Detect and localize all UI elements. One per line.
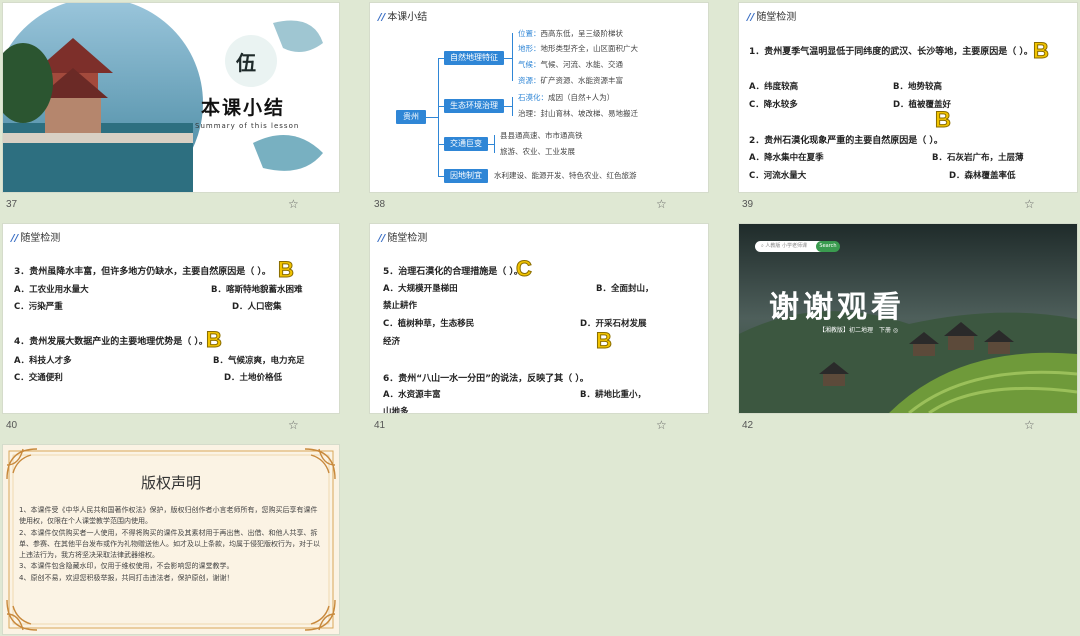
slide-40-header: //随堂检测	[11, 233, 61, 244]
slide-thumbnail-41[interactable]: //随堂检测 5．治理石漠化的合理措施是（ ）。 C A．大规模开垦梯田 B．全…	[370, 224, 708, 413]
question-3: 3．贵州虽降水丰富，但许多地方仍缺水，主要自然原因是（ ）。	[14, 267, 271, 277]
option: A．水资源丰富	[383, 390, 441, 400]
mindmap-item: 治理：封山育林、坡改梯、易地搬迁	[518, 109, 638, 118]
option: B．全面封山，	[596, 284, 654, 294]
slide-number-39: 39	[742, 199, 754, 210]
answer-mark: B	[1033, 38, 1050, 63]
option: 经济	[383, 337, 401, 347]
star-icon[interactable]: ☆	[656, 197, 667, 211]
slide-42-title: 谢谢观看	[769, 290, 905, 325]
mindmap-connector	[512, 97, 513, 116]
option: B．石灰岩广布，土层薄	[932, 153, 1024, 163]
slide-number-40: 40	[6, 420, 18, 431]
search-placeholder: 人教版 小学老师课	[765, 243, 807, 249]
slide-42-subtitle: 【湘教版】初二地理 下册 ◎	[819, 327, 899, 334]
mindmap-item: 资源：矿产资源、水能资源丰富	[518, 76, 623, 85]
search-icon: ⌕	[761, 243, 764, 249]
option: D．土地价格低	[224, 373, 283, 383]
copyright-paragraph: 3、本课件包含隐藏水印，仅用于维权使用，不会影响您的课堂教学。	[19, 562, 234, 571]
slide-thumbnail-38[interactable]: //本课小结 贵州 自然地理特征 位置：西高东低，呈三级阶梯状 地形：地形类型齐…	[370, 3, 708, 192]
slide-38-header: //本课小结	[378, 12, 428, 23]
slide-number-41: 41	[374, 420, 386, 431]
mindmap-item: 石漠化：成因（自然+人为）	[518, 93, 615, 102]
option: C．污染严重	[14, 302, 63, 312]
slide-number-37: 37	[6, 199, 18, 210]
slide-number-42: 42	[742, 420, 754, 431]
star-icon[interactable]: ☆	[1024, 197, 1035, 211]
question-5: 5．治理石漠化的合理措施是（ ）。	[383, 267, 523, 277]
mindmap-branch-natural: 自然地理特征	[444, 51, 504, 65]
mindmap-connector	[504, 58, 512, 59]
slide-41-header: //随堂检测	[378, 233, 428, 244]
mindmap-connector	[512, 33, 513, 81]
question-2: 2．贵州石漠化现象严重的主要自然原因是（ ）。	[749, 136, 943, 146]
option: B．地势较高	[893, 82, 942, 92]
option: B．耕地比重小，	[580, 390, 646, 400]
mindmap-connector	[504, 106, 512, 107]
slide-thumbnail-42[interactable]: ⌕ 人教版 小学老师课 Search 谢谢观看 【湘教版】初二地理 下册 ◎	[739, 224, 1077, 413]
mindmap-root: 贵州	[396, 110, 426, 124]
question-1: 1．贵州夏季气温明显低于同纬度的武汉、长沙等地，主要原因是（ ）。	[749, 47, 1033, 57]
answer-mark: B	[278, 257, 295, 282]
option: A．大规模开垦梯田	[383, 284, 458, 294]
mindmap-connector	[494, 135, 495, 153]
star-icon[interactable]: ☆	[656, 418, 667, 432]
option: C．交通便利	[14, 373, 63, 383]
option: 禁止耕作	[383, 301, 418, 311]
mindmap-item: 水利建设、能源开发、特色农业、红色旅游	[494, 171, 637, 180]
mindmap-item: 位置：西高东低，呈三级阶梯状	[518, 29, 623, 38]
option: D．开采石材发展	[580, 319, 647, 329]
search-button[interactable]: Search	[816, 241, 840, 252]
option: A．降水集中在夏季	[749, 153, 824, 163]
copyright-paragraph: 2、本课件仅供购买者一人使用，不得将购买的课件及其素材用于再出售、出借、和他人共…	[19, 528, 320, 560]
copyright-title: 版权声明	[140, 474, 201, 492]
option: A．纬度较高	[749, 82, 799, 92]
slide-39-header: //随堂检测	[747, 12, 797, 23]
option: C．植树种草，生态移民	[383, 319, 475, 329]
slide-thumbnail-39[interactable]: //随堂检测 1．贵州夏季气温明显低于同纬度的武汉、长沙等地，主要原因是（ ）。…	[739, 3, 1077, 192]
mindmap-connector	[426, 117, 438, 118]
slide-37-art	[3, 3, 339, 192]
answer-mark: C	[516, 256, 533, 281]
option: B．气候凉爽，电力充足	[213, 356, 305, 366]
answer-mark: B	[596, 328, 613, 353]
option: A．科技人才多	[14, 356, 72, 366]
slide-thumbnail-37[interactable]: 伍 本课小结 Summary of this lesson	[3, 3, 339, 192]
copyright-paragraph: 1、本课件受《中华人民共和国著作权法》保护，版权归创作者小言老师所有，您购买后享…	[19, 506, 318, 526]
slide-37-subtitle: Summary of this lesson	[195, 122, 300, 130]
copyright-body: 1、本课件受《中华人民共和国著作权法》保护，版权归创作者小言老师所有，您购买后享…	[19, 505, 323, 584]
option: D．森林覆盖率低	[949, 171, 1016, 181]
mindmap-item: 气候：气候、河流、水能、交通	[518, 60, 623, 69]
option: 山地多	[383, 407, 409, 413]
answer-mark: B	[935, 107, 952, 132]
mindmap-item: 县县通高速、市市通高铁	[500, 131, 583, 140]
mindmap-branch-transport: 交通巨变	[444, 137, 488, 151]
answer-mark: B	[206, 327, 223, 352]
slide-thumbnail-copyright[interactable]: 版权声明 1、本课件受《中华人民共和国著作权法》保护，版权归创作者小言老师所有，…	[3, 445, 339, 634]
slide-number-38: 38	[374, 199, 386, 210]
slide-thumbnail-40[interactable]: //随堂检测 3．贵州虽降水丰富，但许多地方仍缺水，主要自然原因是（ ）。 B …	[3, 224, 339, 413]
star-icon[interactable]: ☆	[1024, 418, 1035, 432]
mindmap-item: 旅游、农业、工业发展	[500, 147, 575, 156]
option: B．喀斯特地貌蓄水困难	[211, 285, 303, 295]
option: C．降水较多	[749, 100, 798, 110]
mindmap-branch-ecology: 生态环境治理	[444, 99, 504, 113]
option: A．工农业用水量大	[14, 285, 89, 295]
mindmap-connector	[438, 58, 439, 176]
question-4: 4．贵州发展大数据产业的主要地理优势是（ ）。	[14, 337, 208, 347]
star-icon[interactable]: ☆	[288, 197, 299, 211]
question-6: 6．贵州“八山一水一分田”的说法，反映了其（ ）。	[383, 374, 589, 384]
mindmap-item: 地形：地形类型齐全，山区面积广大	[518, 44, 638, 53]
slide-37-badge: 伍	[236, 51, 256, 75]
slide-37-title: 本课小结	[201, 97, 286, 119]
option: C．河流水量大	[749, 171, 807, 181]
copyright-paragraph: 4、原创不易，欢迎您积极举报，共同打击违法者，保护原创，谢谢！	[19, 573, 234, 582]
mindmap-branch-local: 因地制宜	[444, 169, 488, 183]
option: D．人口密集	[232, 302, 282, 312]
star-icon[interactable]: ☆	[288, 418, 299, 432]
